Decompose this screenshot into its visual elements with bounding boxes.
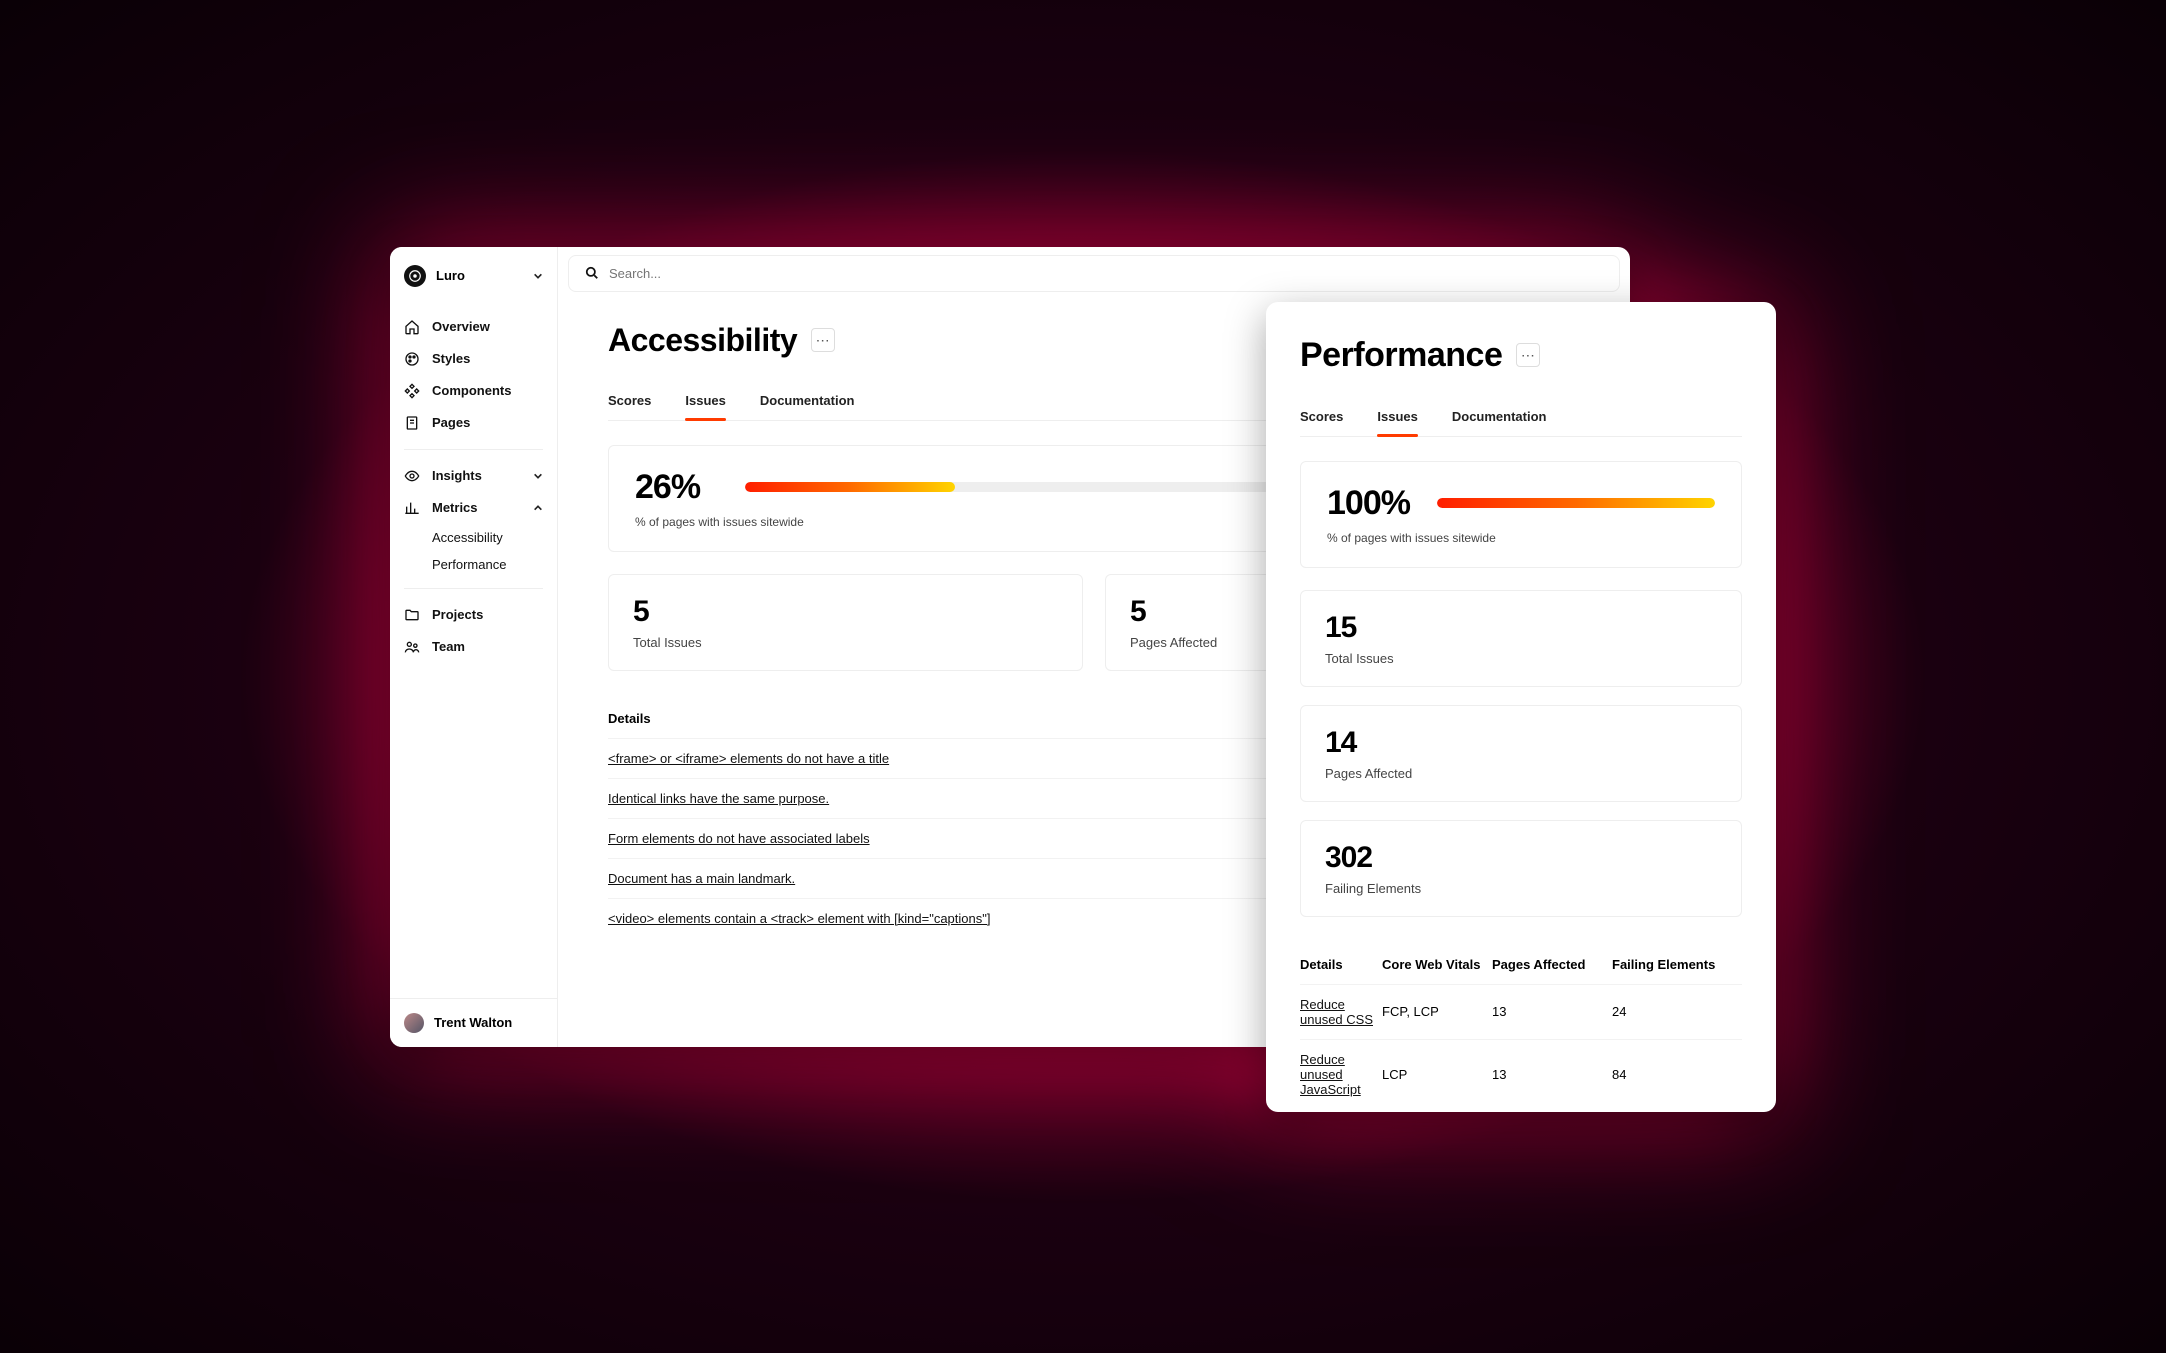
issue-link[interactable]: Identical links have the same purpose. bbox=[608, 791, 829, 806]
chart-icon bbox=[404, 500, 420, 516]
nav-label: Components bbox=[432, 383, 511, 398]
workspace-switcher[interactable]: Luro bbox=[390, 247, 557, 305]
stat-value: 302 bbox=[1325, 841, 1717, 875]
tab-issues[interactable]: Issues bbox=[1377, 399, 1417, 436]
cwv-cell: FCP, LCP bbox=[1382, 1004, 1492, 1019]
score-bar-fill bbox=[1437, 498, 1715, 508]
components-icon bbox=[404, 383, 420, 399]
score-value: 26% bbox=[635, 468, 725, 507]
stat-value: 14 bbox=[1325, 726, 1717, 760]
score-bar-fill bbox=[745, 482, 955, 492]
nav-label: Insights bbox=[432, 468, 482, 483]
stat-value: 15 bbox=[1325, 611, 1717, 645]
pages-cell: 13 bbox=[1492, 1004, 1612, 1019]
user-menu[interactable]: Trent Walton bbox=[390, 998, 557, 1047]
table-row: Reduce unused JavaScript LCP1384 bbox=[1300, 1039, 1742, 1109]
issue-link[interactable]: <frame> or <iframe> elements do not have… bbox=[608, 751, 889, 766]
nav-metrics[interactable]: Metrics bbox=[390, 492, 557, 524]
search-icon bbox=[585, 266, 599, 280]
nav-label: Styles bbox=[432, 351, 470, 366]
nav-metrics-accessibility[interactable]: Accessibility bbox=[390, 524, 557, 551]
tab-documentation[interactable]: Documentation bbox=[760, 383, 855, 420]
stat-label: Total Issues bbox=[633, 635, 1058, 650]
team-icon bbox=[404, 639, 420, 655]
col-header-details: Details bbox=[1300, 957, 1382, 972]
failing-cell: 24 bbox=[1612, 1004, 1742, 1019]
tab-scores[interactable]: Scores bbox=[608, 383, 651, 420]
tab-issues[interactable]: Issues bbox=[685, 383, 725, 420]
issue-link[interactable]: <video> elements contain a <track> eleme… bbox=[608, 911, 990, 926]
chevron-down-icon bbox=[533, 471, 543, 481]
nav-pages[interactable]: Pages bbox=[390, 407, 557, 439]
page-tabs: Scores Issues Documentation bbox=[1300, 399, 1742, 437]
folder-icon bbox=[404, 607, 420, 623]
pages-cell: 13 bbox=[1492, 1067, 1612, 1082]
perf-table-body: Reduce unused CSSFCP, LCP1324Reduce unus… bbox=[1300, 984, 1742, 1109]
user-name: Trent Walton bbox=[434, 1015, 512, 1030]
issue-link[interactable]: Form elements do not have associated lab… bbox=[608, 831, 870, 846]
page-menu-button[interactable]: ⋯ bbox=[811, 328, 835, 352]
nav-team[interactable]: Team bbox=[390, 631, 557, 663]
chevron-up-icon bbox=[533, 503, 543, 513]
nav-insights[interactable]: Insights bbox=[390, 460, 557, 492]
performance-page: Performance ⋯ Scores Issues Documentatio… bbox=[1266, 302, 1776, 1112]
table-row: Reduce unused CSS FCP, LCP1324 bbox=[1300, 984, 1742, 1039]
col-header-cwv: Core Web Vitals bbox=[1382, 957, 1492, 972]
stat-label: Failing Elements bbox=[1325, 881, 1717, 896]
score-value: 100% bbox=[1327, 484, 1417, 523]
chevron-down-icon bbox=[533, 271, 543, 281]
nav-overview[interactable]: Overview bbox=[390, 311, 557, 343]
primary-nav: Overview Styles Components Pages bbox=[390, 305, 557, 669]
eye-icon bbox=[404, 468, 420, 484]
stat-card-pages-affected: 14 Pages Affected bbox=[1300, 705, 1742, 802]
cwv-cell: LCP bbox=[1382, 1067, 1492, 1082]
page-title: Accessibility bbox=[608, 322, 797, 359]
tab-scores[interactable]: Scores bbox=[1300, 399, 1343, 436]
stat-value: 5 bbox=[633, 595, 1058, 629]
issue-link[interactable]: Reduce unused CSS bbox=[1300, 997, 1373, 1027]
page-title: Performance bbox=[1300, 336, 1502, 375]
col-header-pages: Pages Affected bbox=[1492, 957, 1612, 972]
nav-label: Pages bbox=[432, 415, 470, 430]
workspace-name: Luro bbox=[436, 268, 523, 283]
page-menu-button[interactable]: ⋯ bbox=[1516, 343, 1540, 367]
performance-window: Performance ⋯ Scores Issues Documentatio… bbox=[1266, 302, 1776, 1112]
palette-icon bbox=[404, 351, 420, 367]
nav-label: Team bbox=[432, 639, 465, 654]
nav-metrics-performance[interactable]: Performance bbox=[390, 551, 557, 578]
sidebar: Luro Overview Styles Components bbox=[390, 247, 558, 1047]
failing-cell: 84 bbox=[1612, 1067, 1742, 1082]
nav-projects[interactable]: Projects bbox=[390, 599, 557, 631]
nav-divider bbox=[404, 449, 543, 450]
nav-label: Overview bbox=[432, 319, 490, 334]
search-bar[interactable] bbox=[568, 255, 1620, 292]
score-card: 100% % of pages with issues sitewide bbox=[1300, 461, 1742, 568]
issue-link[interactable]: Document has a main landmark. bbox=[608, 871, 795, 886]
nav-label: Metrics bbox=[432, 500, 478, 515]
nav-divider bbox=[404, 588, 543, 589]
home-icon bbox=[404, 319, 420, 335]
perf-table-header: Details Core Web Vitals Pages Affected F… bbox=[1300, 945, 1742, 984]
stat-card-total-issues: 15 Total Issues bbox=[1300, 590, 1742, 687]
score-sublabel: % of pages with issues sitewide bbox=[1327, 531, 1715, 545]
col-header-failing: Failing Elements bbox=[1612, 957, 1742, 972]
nav-styles[interactable]: Styles bbox=[390, 343, 557, 375]
tab-documentation[interactable]: Documentation bbox=[1452, 399, 1547, 436]
score-bar bbox=[1437, 498, 1715, 508]
stat-card-failing-elements: 302 Failing Elements bbox=[1300, 820, 1742, 917]
pages-icon bbox=[404, 415, 420, 431]
stat-label: Pages Affected bbox=[1325, 766, 1717, 781]
workspace-logo-icon bbox=[404, 265, 426, 287]
search-input[interactable] bbox=[609, 266, 1603, 281]
user-avatar bbox=[404, 1013, 424, 1033]
stat-label: Total Issues bbox=[1325, 651, 1717, 666]
nav-components[interactable]: Components bbox=[390, 375, 557, 407]
issue-link[interactable]: Reduce unused JavaScript bbox=[1300, 1052, 1361, 1097]
nav-label: Projects bbox=[432, 607, 483, 622]
stat-card-total-issues: 5 Total Issues bbox=[608, 574, 1083, 671]
